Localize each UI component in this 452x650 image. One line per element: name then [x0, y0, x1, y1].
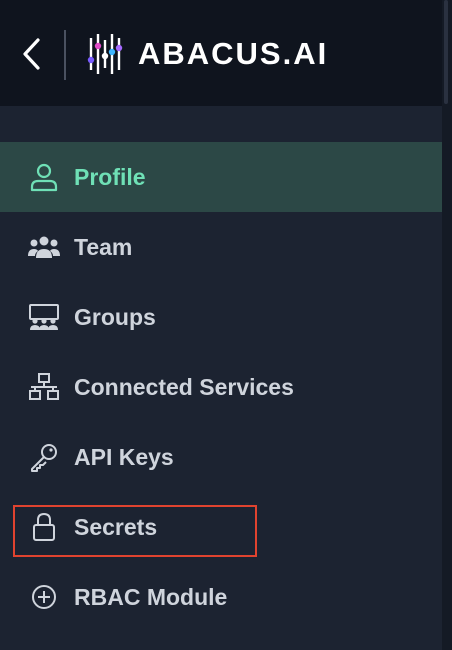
key-icon [26, 439, 62, 475]
abacus-logo-mark-icon [87, 34, 123, 74]
lock-icon [26, 509, 62, 545]
sidebar-nav: Profile Team Groups Connected Services A… [0, 142, 442, 632]
sidebar-item-secrets[interactable]: Secrets [0, 492, 442, 562]
logo-text: ABACUS.AI [138, 36, 329, 71]
settings-sidebar-page: ABACUS.AI Profile Team Groups Connected … [0, 0, 452, 650]
sidebar-item-label: Profile [74, 163, 146, 190]
sidebar-item-connected-services[interactable]: Connected Services [0, 352, 442, 422]
sidebar-item-label: Team [74, 233, 133, 260]
back-button[interactable] [14, 34, 48, 74]
plus-circle-icon [26, 579, 62, 615]
header-bar: ABACUS.AI [0, 0, 452, 106]
abacus-logo[interactable]: ABACUS.AI [86, 32, 328, 76]
scrollbar-thumb[interactable] [444, 0, 448, 104]
sidebar-item-profile[interactable]: Profile [0, 142, 442, 212]
sidebar-item-team[interactable]: Team [0, 212, 442, 282]
sidebar-item-label: RBAC Module [74, 583, 228, 610]
team-icon [26, 229, 62, 265]
sidebar-item-api-keys[interactable]: API Keys [0, 422, 442, 492]
network-icon [26, 369, 62, 405]
sidebar-item-groups[interactable]: Groups [0, 282, 442, 352]
header-divider [64, 30, 66, 80]
groups-icon [26, 299, 62, 335]
sidebar-item-label: API Keys [74, 443, 174, 470]
sidebar-item-label: Connected Services [74, 373, 294, 400]
sidebar-item-label: Secrets [74, 513, 158, 540]
user-icon [26, 159, 62, 195]
sidebar-item-label: Groups [74, 303, 156, 330]
chevron-left-icon [23, 38, 40, 70]
sidebar-item-rbac-module[interactable]: RBAC Module [0, 562, 442, 632]
